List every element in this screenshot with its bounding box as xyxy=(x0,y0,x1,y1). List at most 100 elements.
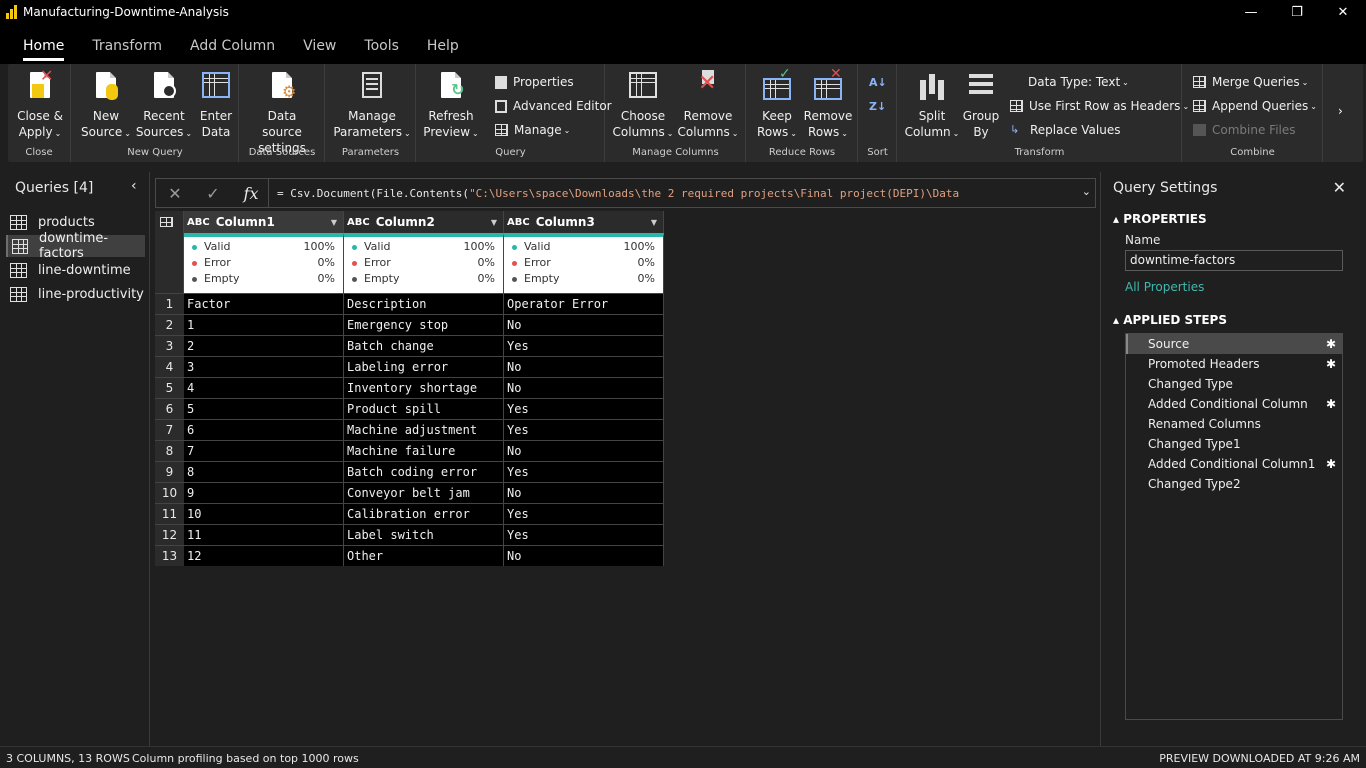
merge-queries-button[interactable]: Merge Queries ⌄ xyxy=(1193,72,1308,92)
table-cell[interactable]: Yes xyxy=(504,524,664,545)
step-settings-gear-icon[interactable]: ✱ xyxy=(1326,454,1336,474)
column-header[interactable]: ABC Column3 ▼ xyxy=(504,211,664,233)
tab-view[interactable]: View xyxy=(295,38,344,64)
remove-rows-button[interactable]: ✕ Remove Rows ⌄ xyxy=(803,66,853,142)
advanced-editor-button[interactable]: Advanced Editor xyxy=(495,96,612,116)
new-source-button[interactable]: New Source ⌄ xyxy=(81,70,131,142)
row-number[interactable]: 10 xyxy=(155,482,184,503)
table-cell[interactable]: 3 xyxy=(184,356,344,377)
use-first-row-headers-button[interactable]: Use First Row as Headers ⌄ xyxy=(1010,96,1189,116)
remove-columns-button[interactable]: ✕ Remove Columns ⌄ xyxy=(678,70,738,142)
combine-files-button[interactable]: Combine Files xyxy=(1193,120,1296,140)
row-number[interactable]: 1 xyxy=(155,293,184,314)
table-cell[interactable]: 2 xyxy=(184,335,344,356)
table-cell[interactable]: Product spill xyxy=(344,398,504,419)
applied-step[interactable]: Added Conditional Column1 ✱ xyxy=(1126,454,1342,474)
table-cell[interactable]: 7 xyxy=(184,440,344,461)
table-cell[interactable]: Inventory shortage xyxy=(344,377,504,398)
row-number[interactable]: 8 xyxy=(155,440,184,461)
query-name-input[interactable]: downtime-factors xyxy=(1125,250,1343,271)
table-cell[interactable]: 10 xyxy=(184,503,344,524)
step-settings-gear-icon[interactable]: ✱ xyxy=(1326,354,1336,374)
column-filter-icon[interactable]: ▼ xyxy=(651,218,657,227)
row-number[interactable]: 7 xyxy=(155,419,184,440)
row-number[interactable]: 12 xyxy=(155,524,184,545)
restore-button[interactable]: ❐ xyxy=(1274,0,1320,24)
data-source-settings-button[interactable]: ⚙ Data source settings xyxy=(246,70,318,156)
applied-steps-section-header[interactable]: ▴ APPLIED STEPS xyxy=(1113,313,1227,327)
properties-button[interactable]: Properties xyxy=(495,72,574,92)
row-number[interactable]: 2 xyxy=(155,314,184,335)
keep-rows-button[interactable]: ✓ Keep Rows ⌄ xyxy=(755,66,799,142)
table-cell[interactable]: Machine adjustment xyxy=(344,419,504,440)
split-column-button[interactable]: Split Column ⌄ xyxy=(905,70,959,142)
commit-formula-icon[interactable]: ✓ xyxy=(194,179,232,207)
table-cell[interactable]: 12 xyxy=(184,545,344,566)
table-cell[interactable]: 9 xyxy=(184,482,344,503)
table-cell[interactable]: Conveyor belt jam xyxy=(344,482,504,503)
close-settings-icon[interactable]: ✕ xyxy=(1333,178,1346,197)
text-type-icon[interactable]: ABC xyxy=(347,217,370,228)
table-cell[interactable]: Emergency stop xyxy=(344,314,504,335)
table-cell[interactable]: Factor xyxy=(184,293,344,314)
step-settings-gear-icon[interactable]: ✱ xyxy=(1326,334,1336,354)
table-cell[interactable]: No xyxy=(504,314,664,335)
table-cell[interactable]: Yes xyxy=(504,398,664,419)
table-cell[interactable]: No xyxy=(504,482,664,503)
table-cell[interactable]: Yes xyxy=(504,419,664,440)
table-menu-button[interactable] xyxy=(155,211,184,293)
refresh-preview-button[interactable]: ↻ Refresh Preview ⌄ xyxy=(423,70,479,142)
column-header[interactable]: ABC Column2 ▼ xyxy=(344,211,504,233)
query-item[interactable]: line-downtime xyxy=(6,259,145,281)
table-cell[interactable]: 1 xyxy=(184,314,344,335)
row-number[interactable]: 4 xyxy=(155,356,184,377)
table-cell[interactable]: Yes xyxy=(504,503,664,524)
all-properties-link[interactable]: All Properties xyxy=(1125,280,1204,294)
text-type-icon[interactable]: ABC xyxy=(507,217,530,228)
query-item[interactable]: products xyxy=(6,211,145,233)
row-number[interactable]: 6 xyxy=(155,398,184,419)
row-number[interactable]: 3 xyxy=(155,335,184,356)
table-cell[interactable]: Batch change xyxy=(344,335,504,356)
step-settings-gear-icon[interactable]: ✱ xyxy=(1326,394,1336,414)
table-cell[interactable]: No xyxy=(504,356,664,377)
table-cell[interactable]: 4 xyxy=(184,377,344,398)
table-cell[interactable]: Description xyxy=(344,293,504,314)
applied-step[interactable]: Added Conditional Column ✱ xyxy=(1126,394,1342,414)
replace-values-button[interactable]: ↳ Replace Values xyxy=(1010,120,1121,140)
table-cell[interactable]: 6 xyxy=(184,419,344,440)
applied-step[interactable]: Source ✱ xyxy=(1126,334,1342,354)
table-cell[interactable]: 11 xyxy=(184,524,344,545)
manage-button[interactable]: Manage ⌄ xyxy=(495,120,570,140)
applied-step[interactable]: Promoted Headers ✱ xyxy=(1126,354,1342,374)
table-cell[interactable]: Batch coding error xyxy=(344,461,504,482)
table-cell[interactable]: Labeling error xyxy=(344,356,504,377)
applied-step[interactable]: Changed Type2 xyxy=(1126,474,1342,494)
row-number[interactable]: 9 xyxy=(155,461,184,482)
table-cell[interactable]: Other xyxy=(344,545,504,566)
row-number[interactable]: 13 xyxy=(155,545,184,566)
close-apply-button[interactable]: ✕ Close & Apply ⌄ xyxy=(14,68,66,142)
table-cell[interactable]: No xyxy=(504,440,664,461)
text-type-icon[interactable]: ABC xyxy=(187,217,210,228)
fx-icon[interactable]: fx xyxy=(232,179,270,207)
minimize-button[interactable]: — xyxy=(1228,0,1274,24)
sort-ascending-button[interactable]: A↓ xyxy=(869,72,887,92)
sort-descending-button[interactable]: Z↓ xyxy=(869,96,886,116)
row-number[interactable]: 5 xyxy=(155,377,184,398)
table-cell[interactable]: Yes xyxy=(504,461,664,482)
expand-formula-icon[interactable]: ⌄ xyxy=(1082,185,1091,198)
applied-step[interactable]: Renamed Columns xyxy=(1126,414,1342,434)
table-cell[interactable]: Machine failure xyxy=(344,440,504,461)
ribbon-scroll-right-icon[interactable]: › xyxy=(1338,104,1343,118)
table-cell[interactable]: No xyxy=(504,545,664,566)
cancel-formula-icon[interactable]: ✕ xyxy=(156,179,194,207)
data-type-dropdown[interactable]: Data Type: Text ⌄ xyxy=(1028,72,1129,92)
column-filter-icon[interactable]: ▼ xyxy=(331,218,337,227)
row-number[interactable]: 11 xyxy=(155,503,184,524)
manage-parameters-button[interactable]: Manage Parameters ⌄ xyxy=(333,70,411,142)
tab-transform[interactable]: Transform xyxy=(84,38,170,64)
tab-help[interactable]: Help xyxy=(419,38,467,64)
close-window-button[interactable]: ✕ xyxy=(1320,0,1366,24)
table-cell[interactable]: Label switch xyxy=(344,524,504,545)
